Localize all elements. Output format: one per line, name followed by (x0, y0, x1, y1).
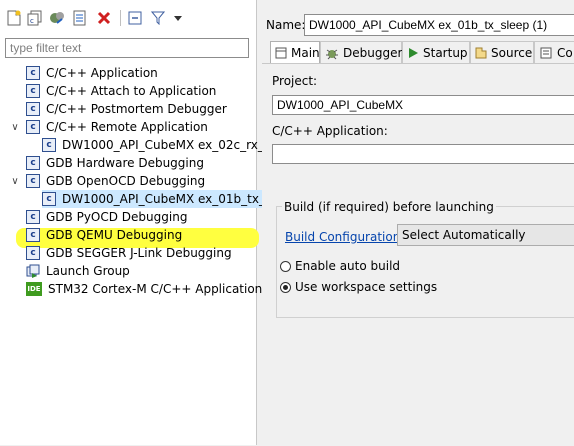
duplicate-icon[interactable]: c (27, 10, 43, 26)
toolbar-separator (120, 10, 121, 26)
c-icon: c (26, 174, 40, 188)
tree-item-label: DW1000_API_CubeMX ex_02c_rx_d (62, 138, 272, 152)
tab-bar: Main Debugger Startup Source Co (270, 41, 574, 63)
application-label: C/C++ Application: (272, 124, 388, 138)
radio-label: Enable auto build (295, 259, 401, 273)
common-tab-icon (539, 46, 553, 60)
export-icon[interactable] (49, 10, 65, 26)
expand-chevron-icon[interactable]: ∨ (10, 118, 20, 136)
copy-icon[interactable] (72, 10, 88, 26)
tree-item[interactable]: c C/C++ Remote Application (26, 118, 210, 136)
tree-item-label: GDB Hardware Debugging (46, 156, 204, 170)
main-tab-icon (275, 46, 287, 60)
build-group-label: Build (if required) before launching (282, 200, 496, 214)
tree-item-label: C/C++ Application (46, 66, 158, 80)
tab-label: Debugger (343, 45, 403, 60)
tree-item-label: C/C++ Remote Application (46, 120, 208, 134)
ide-icon: IDE (26, 282, 42, 296)
collapse-all-icon[interactable] (127, 10, 143, 26)
c-icon: c (26, 84, 40, 98)
tree-item-label: C/C++ Attach to Application (46, 84, 217, 98)
view-menu-icon[interactable] (170, 10, 186, 26)
c-icon: c (42, 138, 56, 152)
tree-item[interactable]: c GDB Hardware Debugging (26, 154, 206, 172)
project-field[interactable] (272, 95, 574, 115)
delete-icon[interactable] (96, 10, 112, 26)
tree-item[interactable]: c DW1000_API_CubeMX ex_02c_rx_d (42, 136, 273, 154)
configuration-toolbar: c (0, 0, 256, 32)
c-icon: c (26, 228, 40, 242)
debugger-tab-icon (325, 46, 339, 60)
tab-label: Startup (423, 45, 468, 60)
use-workspace-settings-radio[interactable]: Use workspace settings (280, 280, 437, 294)
tree-item-label: GDB SEGGER J-Link Debugging (46, 246, 232, 260)
tree-item[interactable]: Launch Group (26, 262, 132, 280)
new-configuration-icon[interactable] (6, 10, 22, 26)
tab-label: Co (557, 45, 573, 60)
name-label: Name: (266, 18, 306, 32)
tree-item[interactable]: c C/C++ Postmortem Debugger (26, 100, 229, 118)
tree-item[interactable]: c GDB QEMU Debugging (26, 226, 184, 244)
tree-item-label: C/C++ Postmortem Debugger (46, 102, 227, 116)
tab-common[interactable]: Co (534, 41, 574, 63)
enable-auto-build-radio[interactable]: Enable auto build (280, 259, 400, 273)
radio-circle (280, 281, 291, 293)
c-icon: c (26, 246, 40, 260)
tab-source[interactable]: Source (470, 41, 534, 63)
tab-startup[interactable]: Startup (402, 41, 470, 63)
tab-label: Main (291, 45, 320, 60)
svg-text:c: c (30, 17, 34, 25)
tree-item-label: Launch Group (46, 264, 130, 278)
tree-item-label: STM32 Cortex-M C/C++ Application (48, 282, 263, 296)
tab-label: Source (491, 45, 533, 60)
tree-item[interactable]: c C/C++ Application (26, 64, 160, 82)
tree-item-label: GDB PyOCD Debugging (46, 210, 188, 224)
build-configuration-select[interactable]: Select Automatically (397, 224, 574, 246)
configuration-editor: Name: Main Debugger Startup Source (262, 0, 574, 446)
radio-circle (280, 260, 291, 272)
tree-item[interactable]: c C/C++ Attach to Application (26, 82, 218, 100)
c-icon: c (26, 120, 40, 134)
c-icon: c (42, 192, 56, 206)
tree-item-label: DW1000_API_CubeMX ex_01b_tx_s (62, 192, 272, 206)
configuration-list-pane: c c C/C++ Application c C/C++ Attach to App… (0, 0, 274, 445)
tree-item-label: GDB OpenOCD Debugging (46, 174, 206, 188)
c-icon: c (26, 210, 40, 224)
tab-main[interactable]: Main (270, 41, 320, 63)
name-field[interactable] (304, 14, 574, 36)
project-label: Project: (272, 74, 318, 88)
launch-group-icon (26, 264, 40, 278)
c-icon: c (26, 156, 40, 170)
startup-tab-icon (407, 46, 419, 60)
filter-input[interactable] (5, 38, 249, 58)
tree-item[interactable]: c DW1000_API_CubeMX ex_01b_tx_s (42, 190, 274, 208)
c-icon: c (26, 102, 40, 116)
source-tab-icon (475, 46, 487, 60)
main-tab-panel: Project: C/C++ Application: Build (if re… (262, 63, 574, 446)
tree-item[interactable]: IDE STM32 Cortex-M C/C++ Application (26, 280, 264, 298)
application-field[interactable] (272, 144, 574, 164)
tree-item[interactable]: c GDB PyOCD Debugging (26, 208, 189, 226)
filter-icon[interactable] (150, 10, 166, 26)
radio-label: Use workspace settings (295, 280, 438, 294)
build-configuration-link[interactable]: Build Configuration: (285, 230, 404, 244)
tree-item-label: GDB QEMU Debugging (46, 228, 183, 242)
c-icon: c (26, 66, 40, 80)
expand-chevron-icon[interactable]: ∨ (10, 172, 20, 190)
tree-item[interactable]: c GDB SEGGER J-Link Debugging (26, 244, 234, 262)
tree-item[interactable]: c GDB OpenOCD Debugging (26, 172, 207, 190)
tab-debugger[interactable]: Debugger (320, 41, 402, 63)
